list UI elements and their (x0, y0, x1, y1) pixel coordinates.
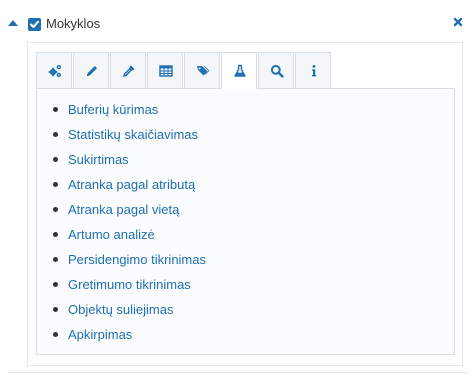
info-icon (312, 65, 317, 77)
tab-attribute-table[interactable] (147, 52, 183, 89)
tab-analysis[interactable] (221, 52, 257, 89)
list-item: Statistikų skaičiavimas (37, 122, 206, 147)
bullet-icon (53, 182, 58, 187)
tool-link-overlap-check[interactable]: Persidengimo tikrinimas (68, 252, 206, 267)
tab-settings[interactable] (36, 52, 72, 89)
list-item: Sukirtimas (37, 147, 206, 172)
list-item: Artumo analizė (37, 222, 206, 247)
list-item: Gretimumo tikrinimas (37, 272, 206, 297)
list-item: Objektų suliejimas (37, 297, 206, 322)
tool-link-merge-features[interactable]: Objektų suliejimas (68, 302, 174, 317)
list-item: Buferių kūrimas (37, 97, 206, 122)
tab-search[interactable] (258, 52, 294, 89)
collapse-up-icon[interactable] (8, 20, 18, 26)
bullet-icon (53, 332, 58, 337)
tool-link-statistics[interactable]: Statistikų skaičiavimas (68, 127, 198, 142)
bullet-icon (53, 282, 58, 287)
checkmark-icon (30, 20, 39, 28)
bullet-icon (53, 207, 58, 212)
flask-icon (234, 64, 246, 77)
list-item: Atranka pagal atributą (37, 172, 206, 197)
tab-labels[interactable] (184, 52, 220, 89)
list-item: Atranka pagal vietą (37, 197, 206, 222)
tool-link-select-by-attribute[interactable]: Atranka pagal atributą (68, 177, 195, 192)
tab-edit[interactable] (73, 52, 109, 89)
layer-title: Mokyklos (46, 16, 101, 31)
tags-icon (197, 66, 210, 76)
tab-info[interactable] (295, 52, 331, 89)
tool-link-intersection[interactable]: Sukirtimas (68, 152, 129, 167)
bullet-icon (53, 107, 58, 112)
tool-link-buffers[interactable]: Buferių kūrimas (68, 102, 158, 117)
pencil-icon (87, 66, 97, 76)
list-item: Persidengimo tikrinimas (37, 247, 206, 272)
table-icon (159, 65, 173, 77)
tool-link-clip[interactable]: Apkirpimas (68, 327, 132, 342)
analysis-tools-list: Buferių kūrimas Statistikų skaičiavimas … (37, 97, 206, 347)
bullet-icon (53, 157, 58, 162)
analysis-tools-pane: Buferių kūrimas Statistikų skaičiavimas … (36, 88, 455, 355)
bullet-icon (53, 232, 58, 237)
bullet-icon (53, 307, 58, 312)
tab-style[interactable] (110, 52, 146, 89)
gears-icon (48, 65, 61, 78)
layer-header: Mokyklos (0, 0, 473, 42)
bullet-icon (53, 132, 58, 137)
tool-link-select-by-location[interactable]: Atranka pagal vietą (68, 202, 179, 217)
eyedropper-icon (123, 65, 135, 77)
bullet-icon (53, 257, 58, 262)
search-icon (270, 64, 284, 78)
close-icon[interactable] (451, 15, 465, 29)
layer-visibility-checkbox[interactable] (28, 18, 41, 31)
tool-link-proximity-analysis[interactable]: Artumo analizė (68, 227, 155, 242)
divider (8, 372, 468, 373)
list-item: Apkirpimas (37, 322, 206, 347)
tool-link-adjacency-check[interactable]: Gretimumo tikrinimas (68, 277, 191, 292)
